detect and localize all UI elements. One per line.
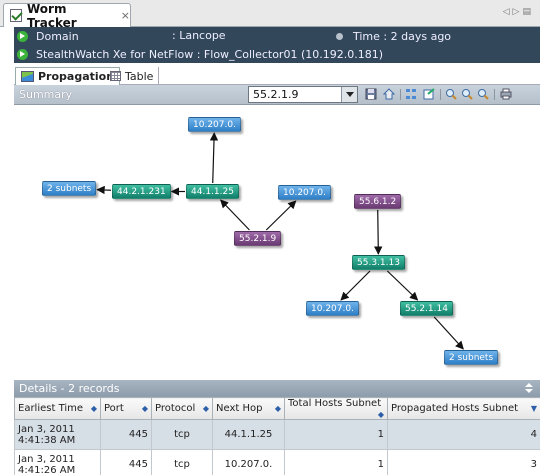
column-header-next-hop[interactable]: Next Hop ◆ [212, 397, 285, 420]
cell-propagated-hosts: 3 [387, 449, 540, 475]
host-select[interactable]: 55.2.1.9 [248, 86, 358, 103]
graph-node[interactable]: 2 subnets [42, 181, 97, 196]
sort-icon: ◆ [202, 404, 209, 413]
time-row: Time : 2 days ago [336, 27, 451, 45]
tab-worm-tracker[interactable]: Worm Tracker × [3, 1, 131, 30]
collector-row: StealthWatch Xe for NetFlow : Flow_Colle… [14, 45, 383, 63]
graph-node[interactable]: 2 subnets [444, 350, 499, 365]
graph-edge-arrow [96, 185, 112, 195]
details-bar: Details - 2 records [14, 380, 540, 397]
cell-total-hosts: 1 [284, 419, 388, 450]
checkbox-icon [10, 9, 22, 22]
table-grid-icon [110, 71, 121, 81]
cell-protocol: tcp [151, 419, 213, 450]
dropdown-arrow-icon[interactable] [341, 87, 357, 102]
collector-value: StealthWatch Xe for NetFlow : Flow_Colle… [36, 47, 383, 61]
tab-propagation-label: Propagation [38, 70, 115, 83]
play-circle-icon[interactable] [17, 30, 28, 42]
table-row[interactable]: Jan 3, 2011 4:41:38 AM 445 tcp 44.1.1.25 … [14, 419, 540, 450]
print-icon[interactable] [500, 88, 512, 100]
sort-icon: ◆ [274, 404, 281, 413]
column-header-propagated-hosts[interactable]: Propagated Hosts Subnet ▼ [387, 397, 540, 420]
host-select-value: 55.2.1.9 [253, 88, 299, 101]
cell-port: 445 [100, 419, 152, 450]
cell-port: 445 [100, 449, 152, 475]
cell-propagated-hosts: 4 [387, 419, 540, 450]
layout-icon[interactable] [405, 88, 417, 100]
graph-edge-arrow [374, 209, 383, 255]
export-icon[interactable] [423, 88, 435, 100]
table-row[interactable]: Jan 3, 2011 4:41:26 AM 445 tcp 10.207.0. … [14, 449, 540, 475]
tab-scroll-controls[interactable]: ◁▷▤ [503, 7, 534, 17]
graph-edge-arrow [220, 199, 250, 231]
cell-protocol: tcp [151, 449, 213, 475]
graph-node[interactable]: 44.2.1.231 [112, 184, 171, 199]
domain-value: : Lancope [172, 29, 226, 42]
domain-row: Domain [14, 27, 79, 45]
graph-edge-arrow [340, 270, 371, 301]
summary-label: Summary [19, 88, 73, 101]
zoom-in-icon[interactable] [445, 88, 457, 100]
tab-table-label: Table [125, 69, 154, 83]
cell-next-hop: 44.1.1.25 [212, 419, 285, 450]
graph-edge-arrow [265, 200, 297, 231]
cell-next-hop: 10.207.0. [212, 449, 285, 475]
sort-icon: ◆ [90, 404, 97, 413]
play-circle-icon[interactable] [17, 48, 28, 60]
tab-title: Worm Tracker [26, 1, 77, 30]
time-value: Time : 2 days ago [353, 29, 452, 43]
column-header-port[interactable]: Port ◆ [100, 397, 152, 420]
table-header-row: Earliest Time ◆ Port ◆ Protocol ◆ Next Hop ◆… [14, 397, 540, 420]
graph-node[interactable]: 10.207.0. [188, 117, 241, 132]
sort-icon: ◆ [141, 404, 148, 413]
save-icon[interactable] [365, 88, 377, 100]
sort-icon: ◆ [377, 410, 384, 419]
graph-node[interactable]: 55.2.1.9 [234, 231, 282, 246]
graph-edge-arrow [386, 270, 419, 301]
domain-label: Domain [36, 29, 79, 43]
column-header-earliest-time[interactable]: Earliest Time ◆ [14, 397, 101, 420]
graph-node[interactable]: 10.207.0. [306, 301, 359, 316]
tab-bar: Worm Tracker × ◁▷▤ [0, 0, 540, 30]
details-label: Details - 2 records [19, 382, 120, 395]
close-icon[interactable]: × [121, 9, 130, 22]
toolbar-separator [494, 89, 495, 100]
column-header-protocol[interactable]: Protocol ◆ [151, 397, 213, 420]
expand-collapse-icon[interactable] [525, 383, 533, 394]
cell-total-hosts: 1 [284, 449, 388, 475]
graph-node[interactable]: 10.207.0. [278, 185, 331, 200]
sort-desc-icon: ▼ [530, 404, 537, 413]
bullet-icon [336, 32, 343, 40]
graph-node[interactable]: 55.3.1.13 [352, 255, 405, 270]
graph-edge-arrow [433, 316, 464, 350]
graph-node[interactable]: 44.1.1.25 [186, 184, 239, 199]
home-icon[interactable] [383, 88, 395, 100]
toolbar-separator [440, 89, 441, 100]
cell-earliest-time: Jan 3, 2011 4:41:38 AM [14, 419, 101, 450]
zoom-fit-icon[interactable] [477, 88, 489, 100]
column-header-total-hosts[interactable]: Total Hosts Subnet ◆ [284, 397, 388, 420]
tab-table[interactable]: Table [105, 67, 160, 85]
propagation-graph: 10.207.0. 2 subnets 44.2.1.231 44.1.1.25… [14, 105, 540, 377]
toolbar-separator [400, 89, 401, 100]
view-tabs: Propagation Table [14, 65, 540, 85]
info-header: Domain : Lancope Time : 2 days ago Steal… [14, 27, 540, 63]
propagation-icon [21, 71, 34, 82]
details-table: Earliest Time ◆ Port ◆ Protocol ◆ Next Hop ◆… [14, 397, 540, 475]
graph-node[interactable]: 55.2.1.14 [400, 301, 453, 316]
cell-earliest-time: Jan 3, 2011 4:41:26 AM [14, 449, 101, 475]
graph-edge-arrow [209, 132, 219, 184]
summary-toolbar: Summary 55.2.1.9 [14, 85, 540, 105]
graph-node[interactable]: 55.6.1.2 [354, 194, 402, 209]
zoom-out-icon[interactable] [461, 88, 473, 100]
